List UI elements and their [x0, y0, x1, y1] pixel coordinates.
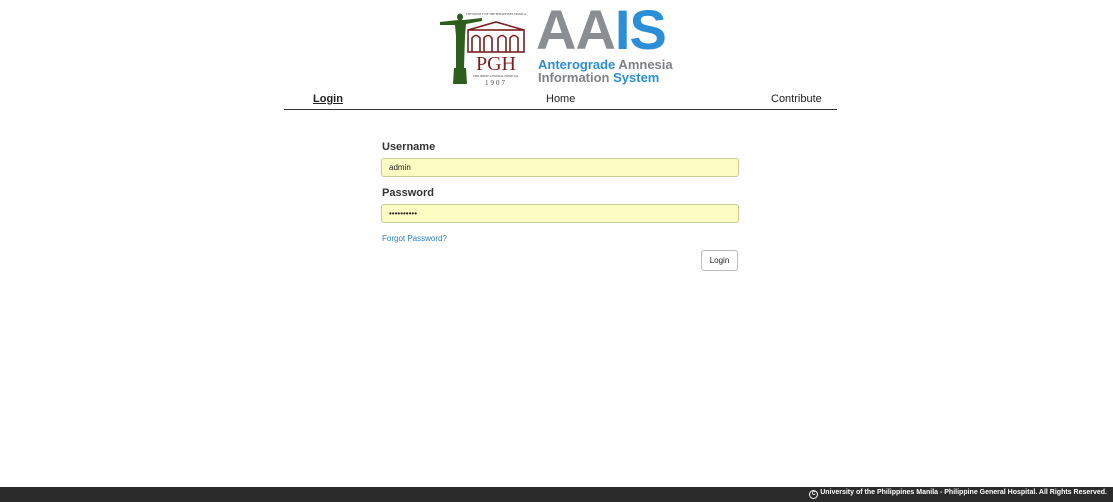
app-title: AAIS — [536, 0, 667, 61]
pgh-logo: UNIVERSITY OF THE PHILIPPINES MANILA PGH… — [440, 12, 527, 87]
login-button[interactable]: Login — [701, 250, 738, 271]
username-input[interactable] — [381, 158, 739, 177]
app-title-aa: AA — [536, 0, 616, 61]
pgh-logo-bottom-text: PHILIPPINE GENERAL HOSPITAL — [473, 74, 519, 78]
password-label: Password — [382, 187, 434, 199]
subtitle-information: Information — [538, 70, 614, 85]
site-logo: UNIVERSITY OF THE PHILIPPINES MANILA PGH… — [434, 0, 684, 88]
main-nav: Login Home Contribute — [284, 91, 837, 110]
footer-copyright-text: University of the Philippines Manila - P… — [820, 489, 1107, 496]
footer: C University of the Philippines Manila - … — [0, 487, 1113, 502]
nav-login-link[interactable]: Login — [313, 93, 343, 105]
nav-home-link[interactable]: Home — [546, 93, 575, 105]
footer-copyright: C University of the Philippines Manila - … — [809, 489, 1107, 499]
username-label: Username — [382, 141, 436, 153]
pgh-logo-year: 1907 — [485, 79, 507, 87]
password-input[interactable] — [381, 204, 739, 223]
pgh-logo-initials: PGH — [476, 53, 516, 75]
copyright-icon: C — [809, 490, 819, 499]
app-title-is: IS — [614, 0, 667, 61]
pgh-logo-top-text: UNIVERSITY OF THE PHILIPPINES MANILA — [466, 12, 527, 16]
subtitle-system: System — [613, 70, 660, 85]
app-subtitle: Anterograde Amnesia Information System — [538, 58, 673, 84]
nav-contribute-link[interactable]: Contribute — [771, 93, 822, 105]
forgot-password-link[interactable]: Forgot Password? — [382, 234, 447, 243]
